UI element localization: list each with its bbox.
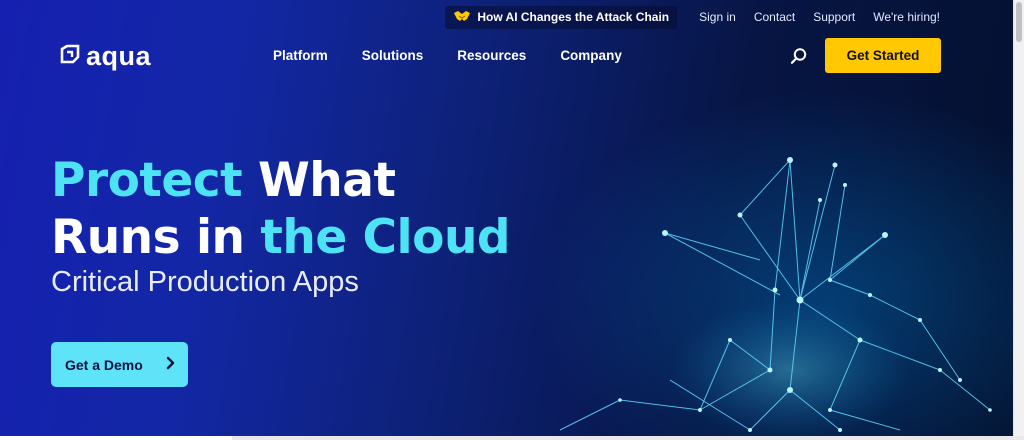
hiring-link[interactable]: We're hiring! <box>873 10 940 24</box>
horizontal-scrollbar[interactable] <box>0 436 1024 440</box>
chevron-right-icon <box>166 356 176 373</box>
hero-title-what: What <box>242 153 396 208</box>
sign-in-link[interactable]: Sign in <box>699 10 736 24</box>
horizontal-scrollbar-thumb[interactable] <box>0 436 232 440</box>
search-icon[interactable] <box>790 47 808 65</box>
hero-title: Protect What Runs in the Cloud <box>51 152 511 266</box>
network-illustration <box>559 157 992 436</box>
nav-item-company[interactable]: Company <box>560 48 622 63</box>
promo-label: How AI Changes the Attack Chain <box>477 10 670 24</box>
get-started-button[interactable]: Get Started <box>825 38 941 73</box>
hero-title-runs-in: Runs in <box>51 210 261 265</box>
main-nav: Platform Solutions Resources Company <box>273 48 622 63</box>
utility-bar: How AI Changes the Attack Chain Sign in … <box>445 5 940 29</box>
aqua-logo-icon <box>60 44 80 69</box>
hero-subtitle: Critical Production Apps <box>51 266 359 298</box>
get-demo-label: Get a Demo <box>65 356 143 373</box>
get-demo-button[interactable]: Get a Demo <box>51 342 188 387</box>
hero-title-the-cloud: the Cloud <box>260 210 511 265</box>
hero-section: How AI Changes the Attack Chain Sign in … <box>0 0 1014 436</box>
promo-link[interactable]: How AI Changes the Attack Chain <box>445 5 678 29</box>
nav-item-solutions[interactable]: Solutions <box>362 48 424 63</box>
scrollbar-thumb[interactable] <box>1016 2 1022 42</box>
handshake-icon <box>453 10 471 25</box>
contact-link[interactable]: Contact <box>754 10 795 24</box>
vertical-scrollbar[interactable] <box>1013 0 1024 440</box>
brand-logo[interactable]: aqua <box>60 43 151 70</box>
hero-title-protect: Protect <box>51 153 243 208</box>
nav-item-resources[interactable]: Resources <box>457 48 526 63</box>
nav-item-platform[interactable]: Platform <box>273 48 328 63</box>
brand-name: aqua <box>86 41 152 71</box>
support-link[interactable]: Support <box>813 10 855 24</box>
